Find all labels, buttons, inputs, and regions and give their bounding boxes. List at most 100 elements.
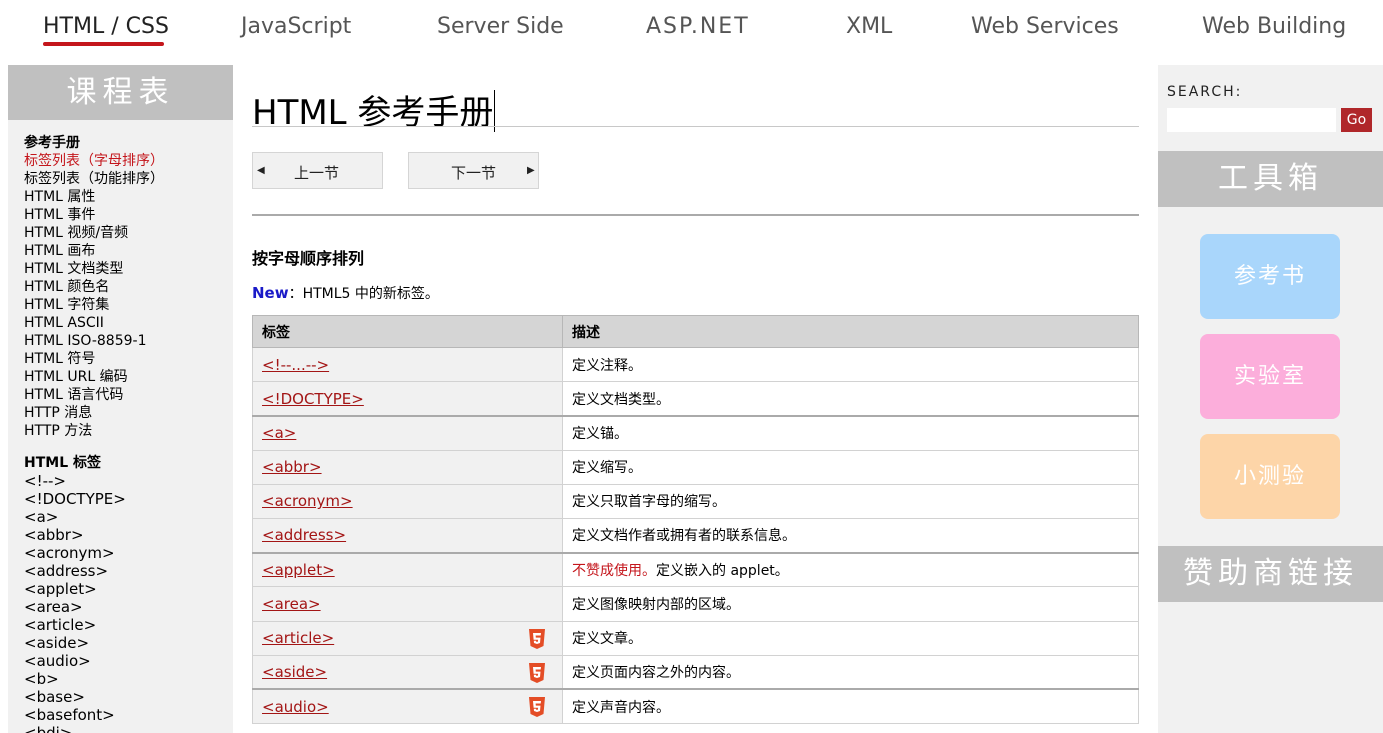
html5-legend: New：HTML5 中的新标签。 xyxy=(252,283,439,303)
tag-link[interactable]: <applet> xyxy=(262,561,335,579)
sidebar-reference-link[interactable]: HTML 画布 xyxy=(24,242,233,260)
nav-server-side[interactable]: Server Side xyxy=(437,14,564,44)
desc-text: 定义缩写。 xyxy=(572,460,642,477)
sidebar-reference-link[interactable]: HTML 符号 xyxy=(24,350,233,368)
sidebar-tag-link[interactable]: <!--> xyxy=(24,472,233,490)
prev-section-button[interactable]: ◀ 上一节 xyxy=(252,152,383,189)
nav-web-services[interactable]: Web Services xyxy=(971,14,1119,44)
nav-javascript[interactable]: JavaScript xyxy=(241,14,351,44)
next-section-label: 下一节 xyxy=(451,164,497,182)
sidebar-reference-link[interactable]: HTML URL 编码 xyxy=(24,368,233,386)
card-lab[interactable]: 实验室 xyxy=(1200,334,1340,419)
right-triangle-icon: ▶ xyxy=(527,165,535,176)
sidebar-reference-link[interactable]: HTML 视频/音频 xyxy=(24,224,233,242)
sidebar-tag-link[interactable]: <basefont> xyxy=(24,706,233,724)
table-row: <!DOCTYPE> 定义文档类型。 xyxy=(252,381,1139,417)
tag-link[interactable]: <audio> xyxy=(262,698,329,716)
tag-cell: <applet> xyxy=(252,551,563,588)
nav-asp-net[interactable]: ASP.NET xyxy=(646,14,750,44)
tag-link[interactable]: <!DOCTYPE> xyxy=(262,390,364,408)
sidebar-reference-link[interactable]: HTTP 消息 xyxy=(24,404,233,422)
sidebar-reference-link[interactable]: 标签列表（字母排序） xyxy=(24,152,233,170)
sidebar-reference-link[interactable]: HTML ASCII xyxy=(24,314,233,332)
tag-cell: <audio> xyxy=(252,688,563,725)
reference-links: 标签列表（字母排序） 标签列表（功能排序） HTML 属性 HTML 事件 HTML 视… xyxy=(24,152,233,440)
sidebar-reference-link[interactable]: HTTP 方法 xyxy=(24,422,233,440)
sidebar-reference-link[interactable]: HTML 属性 xyxy=(24,188,233,206)
desc-cell: 定义文档作者或拥有者的联系信息。 xyxy=(562,517,1139,554)
search-label: SEARCH: xyxy=(1167,84,1243,100)
sidebar-tag-link[interactable]: <applet> xyxy=(24,580,233,598)
sidebar-tag-link[interactable]: <area> xyxy=(24,598,233,616)
desc-text: 定义图像映射内部的区域。 xyxy=(572,596,740,613)
table-row: <!--...--> 定义注释。 xyxy=(252,346,1139,383)
desc-text: 定义嵌入的 applet。 xyxy=(656,562,789,579)
legend-text: ：HTML5 中的新标签。 xyxy=(288,286,439,302)
tag-link[interactable]: <abbr> xyxy=(262,458,322,476)
desc-cell: 定义声音内容。 xyxy=(562,688,1139,725)
sidebar-list: 参考手册 标签列表（字母排序） 标签列表（功能排序） HTML 属性 HTML 事件 H… xyxy=(8,120,233,733)
tag-link[interactable]: <!--...--> xyxy=(262,356,329,374)
table-row: <applet> 不赞成使用。定义嵌入的 applet。 xyxy=(252,551,1139,588)
next-section-button[interactable]: 下一节 ▶ xyxy=(408,152,539,189)
sidebar-reference-link[interactable]: HTML 颜色名 xyxy=(24,278,233,296)
right-sidebar: SEARCH: Go 工具箱 参考书 实验室 小测验 赞助商链接 xyxy=(1158,65,1383,733)
sidebar-tag-link[interactable]: <article> xyxy=(24,616,233,634)
sidebar-header: 课程表 xyxy=(8,65,233,120)
tag-cell: <a> xyxy=(252,414,563,451)
desc-text: 定义声音内容。 xyxy=(572,699,670,716)
html5-icon xyxy=(529,628,545,649)
tag-cell: <aside> xyxy=(252,654,563,690)
nav-web-building[interactable]: Web Building xyxy=(1202,14,1346,44)
tag-link[interactable]: <aside> xyxy=(262,663,327,681)
desc-cell: 定义图像映射内部的区域。 xyxy=(562,586,1139,622)
html5-icon xyxy=(529,662,545,683)
sidebar-tag-link[interactable]: <audio> xyxy=(24,652,233,670)
tag-cell: <abbr> xyxy=(252,449,563,485)
table-header-tag: 标签 xyxy=(252,315,563,348)
desc-text: 定义文章。 xyxy=(572,631,642,648)
sidebar-reference-link[interactable]: HTML ISO-8859-1 xyxy=(24,332,233,350)
tag-link[interactable]: <a> xyxy=(262,424,296,442)
go-button[interactable]: Go xyxy=(1341,108,1372,132)
tag-table: 标签 描述 <!--...--> 定义注释。 <!DOCTYPE> 定义文档类型。 <a… xyxy=(252,315,1139,725)
tag-link[interactable]: <address> xyxy=(262,526,346,544)
tag-link[interactable]: <acronym> xyxy=(262,492,353,510)
desc-text: 定义只取首字母的缩写。 xyxy=(572,494,726,511)
tag-link[interactable]: <article> xyxy=(262,629,334,647)
tag-cell: <area> xyxy=(252,586,563,622)
search-input[interactable] xyxy=(1167,108,1336,132)
card-quiz[interactable]: 小测验 xyxy=(1200,434,1340,519)
sidebar-tag-link[interactable]: <acronym> xyxy=(24,544,233,562)
sidebar-tag-link[interactable]: <base> xyxy=(24,688,233,706)
sidebar-tag-link[interactable]: <b> xyxy=(24,670,233,688)
desc-text: 定义页面内容之外的内容。 xyxy=(572,665,740,682)
desc-cell: 定义注释。 xyxy=(562,346,1139,383)
toolbox-header: 工具箱 xyxy=(1158,151,1383,207)
sidebar-reference-link[interactable]: HTML 字符集 xyxy=(24,296,233,314)
sidebar-tag-link[interactable]: <address> xyxy=(24,562,233,580)
sidebar-tag-link[interactable]: <a> xyxy=(24,508,233,526)
sidebar-tag-link[interactable]: <aside> xyxy=(24,634,233,652)
desc-cell: 定义页面内容之外的内容。 xyxy=(562,654,1139,690)
sidebar-reference-link[interactable]: HTML 语言代码 xyxy=(24,386,233,404)
sidebar-tag-link[interactable]: <!DOCTYPE> xyxy=(24,490,233,508)
sidebar-tag-link[interactable]: <abbr> xyxy=(24,526,233,544)
tag-cell: <address> xyxy=(252,517,563,554)
table-row: <audio> 定义声音内容。 xyxy=(252,688,1139,725)
tag-link[interactable]: <area> xyxy=(262,595,321,613)
table-row: <address> 定义文档作者或拥有者的联系信息。 xyxy=(252,517,1139,554)
table-row: <area> 定义图像映射内部的区域。 xyxy=(252,586,1139,622)
card-reference-books[interactable]: 参考书 xyxy=(1200,234,1340,319)
tags-section-title: HTML 标签 xyxy=(24,455,101,471)
section-heading: 按字母顺序排列 xyxy=(252,249,365,268)
sidebar-tag-link[interactable]: <bdi> xyxy=(24,724,233,733)
new-label: New xyxy=(252,284,289,302)
main-content: HTML 参考手册 ◀ 上一节 下一节 ▶ 按字母顺序排列 New：HTML5 … xyxy=(252,65,1139,733)
sidebar-reference-link[interactable]: HTML 事件 xyxy=(24,206,233,224)
sidebar-reference-link[interactable]: 标签列表（功能排序） xyxy=(24,170,233,188)
desc-cell: 定义缩写。 xyxy=(562,449,1139,485)
nav-html-css[interactable]: HTML / CSS xyxy=(43,14,169,44)
sidebar-reference-link[interactable]: HTML 文档类型 xyxy=(24,260,233,278)
nav-xml[interactable]: XML xyxy=(846,14,892,44)
